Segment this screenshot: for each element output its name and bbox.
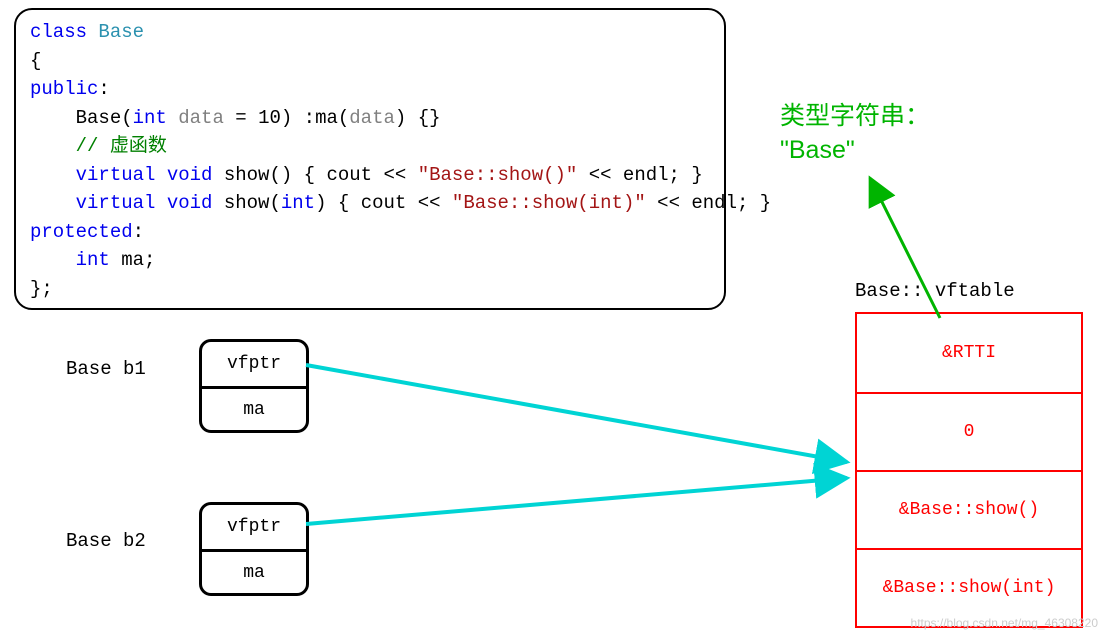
keyword-class: class [30, 21, 87, 43]
vft-show: &Base::show() [857, 470, 1081, 548]
type-string-line2: "Base" [780, 134, 930, 168]
label-b1: Base b1 [66, 358, 146, 380]
arrow-b1-to-vftable [306, 365, 847, 462]
vftable: &RTTI 0 &Base::show() &Base::show(int) [855, 312, 1083, 628]
code-block: class Base { public: Base(int data = 10)… [14, 8, 726, 310]
comment: // 虚函数 [76, 135, 167, 157]
code-brace: { [30, 50, 41, 72]
object-b1: vfptr ma [199, 339, 309, 433]
class-name: Base [98, 21, 144, 43]
type-string-label: 类型字符串： "Base" [780, 100, 930, 168]
b1-ma: ma [202, 386, 306, 430]
watermark: https://blog.csdn.net/mg_46308220 [911, 616, 1098, 630]
object-b2: vfptr ma [199, 502, 309, 596]
vftable-title: Base:: vftable [855, 280, 1015, 302]
b2-vfptr: vfptr [202, 505, 306, 549]
vft-rtti: &RTTI [857, 314, 1081, 392]
type-string-line1: 类型字符串： [780, 100, 930, 134]
label-b2: Base b2 [66, 530, 146, 552]
b1-vfptr: vfptr [202, 342, 306, 386]
keyword-protected: protected [30, 221, 133, 243]
b2-ma: ma [202, 549, 306, 593]
arrow-b2-to-vftable [306, 478, 847, 524]
vft-zero: 0 [857, 392, 1081, 470]
vft-show-int: &Base::show(int) [857, 548, 1081, 626]
keyword-public: public [30, 78, 98, 100]
